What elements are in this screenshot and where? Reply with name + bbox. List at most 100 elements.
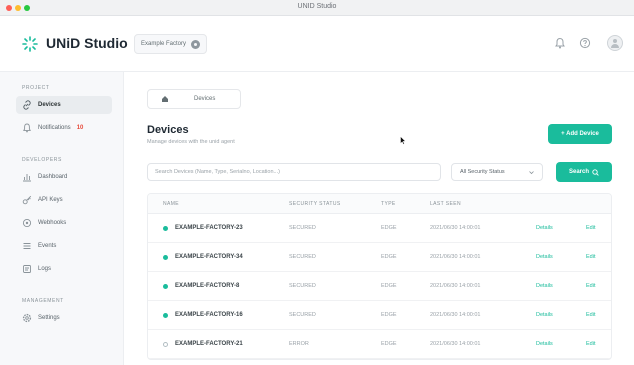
list-icon	[23, 243, 31, 249]
device-name: EXAMPLE-FACTORY-8	[175, 283, 240, 289]
device-name-cell: EXAMPLE-FACTORY-8	[163, 283, 239, 289]
project-name: Example Factory	[141, 41, 187, 47]
breadcrumb-home[interactable]	[156, 90, 174, 108]
edit-link[interactable]: Edit	[586, 312, 595, 318]
window-titlebar: UNID Studio	[0, 0, 634, 16]
details-link[interactable]: Details	[536, 283, 553, 289]
sidebar-item-api-keys[interactable]: API Keys	[16, 191, 112, 209]
security-status-value: All Security Status	[460, 169, 505, 175]
project-selector[interactable]: Example Factory	[134, 34, 208, 54]
bell-icon[interactable]	[554, 37, 566, 49]
column-header-last-seen[interactable]: LAST SEEN	[430, 201, 461, 207]
details-link[interactable]: Details	[536, 225, 553, 231]
online-status-dot	[163, 254, 168, 260]
sidebar-item-webhooks[interactable]: Webhooks	[16, 214, 112, 232]
last-seen-cell: 2021/06/30 14:00:01	[430, 283, 481, 289]
table-row[interactable]: EXAMPLE-FACTORY-8 SECURED EDGE 2021/06/30 1…	[148, 272, 611, 301]
sidebar-section-developers: DEVELOPERS	[22, 157, 62, 163]
chevron-down-icon	[529, 171, 534, 175]
search-button-label: Search	[568, 169, 589, 175]
sidebar-item-label: Settings	[38, 315, 60, 321]
sidebar-section-project: PROJECT	[22, 85, 50, 91]
column-header-security-status[interactable]: SECURITY STATUS	[289, 201, 341, 207]
type-cell: EDGE	[381, 312, 397, 318]
online-status-dot	[163, 225, 168, 231]
user-avatar[interactable]	[607, 35, 623, 51]
sidebar-item-logs[interactable]: Logs	[16, 260, 112, 278]
column-header-type[interactable]: TYPE	[381, 201, 396, 207]
table-header: NAME SECURITY STATUS TYPE LAST SEEN	[148, 194, 611, 214]
device-search-input[interactable]	[147, 163, 441, 181]
sidebar-item-notifications[interactable]: Notifications 10	[16, 119, 112, 137]
online-status-dot	[163, 312, 168, 318]
main-content: Devices Devices Manage devices with the …	[124, 72, 634, 365]
device-name-cell: EXAMPLE-FACTORY-34	[163, 254, 243, 260]
device-name-cell: EXAMPLE-FACTORY-21	[163, 341, 243, 347]
key-icon	[22, 195, 32, 205]
table-row[interactable]: EXAMPLE-FACTORY-34 SECURED EDGE 2021/06/30 …	[148, 243, 611, 272]
home-icon	[162, 96, 168, 102]
device-name: EXAMPLE-FACTORY-34	[175, 254, 243, 260]
bell-icon	[23, 123, 31, 133]
add-device-button[interactable]: + Add Device	[548, 124, 612, 144]
sidebar-item-devices[interactable]: Devices	[16, 96, 112, 114]
sidebar-item-label: Events	[38, 243, 57, 249]
table-body: EXAMPLE-FACTORY-23 SECURED EDGE 2021/06/30 …	[148, 214, 611, 359]
sidebar-item-label: Devices	[38, 102, 61, 108]
details-link[interactable]: Details	[536, 341, 553, 347]
edit-link[interactable]: Edit	[586, 341, 595, 347]
device-name: EXAMPLE-FACTORY-23	[175, 225, 243, 231]
column-header-name[interactable]: NAME	[163, 201, 179, 207]
type-cell: EDGE	[381, 341, 397, 347]
last-seen-cell: 2021/06/30 14:00:01	[430, 312, 481, 318]
sidebar-item-label: API Keys	[38, 197, 63, 203]
type-cell: EDGE	[381, 225, 397, 231]
project-settings-icon[interactable]	[191, 39, 201, 49]
sidebar-section-management: MANAGEMENT	[22, 298, 64, 304]
last-seen-cell: 2021/06/30 14:00:01	[430, 341, 481, 347]
devices-table: NAME SECURITY STATUS TYPE LAST SEEN EXAM…	[147, 193, 612, 360]
online-status-dot	[163, 283, 168, 289]
link-icon	[23, 100, 31, 110]
unid-logo-icon	[22, 36, 38, 52]
device-name-cell: EXAMPLE-FACTORY-23	[163, 225, 243, 231]
breadcrumb-current[interactable]: Devices	[194, 96, 215, 102]
page-title: Devices	[147, 124, 189, 136]
notification-count-badge: 10	[76, 125, 84, 131]
sidebar-item-dashboard[interactable]: Dashboard	[16, 168, 112, 186]
window-title: UNID Studio	[297, 3, 337, 10]
breadcrumb: Devices	[147, 89, 241, 109]
log-icon	[23, 265, 31, 273]
table-row[interactable]: EXAMPLE-FACTORY-16 SECURED EDGE 2021/06/30 …	[148, 301, 611, 330]
sidebar-item-label: Dashboard	[38, 174, 68, 180]
search-button[interactable]: Search	[556, 162, 612, 182]
device-name-cell: EXAMPLE-FACTORY-16	[163, 312, 243, 318]
app-brand: UNiD Studio	[46, 35, 128, 51]
security-status-cell: SECURED	[289, 254, 316, 260]
last-seen-cell: 2021/06/30 14:00:01	[430, 225, 481, 231]
edit-link[interactable]: Edit	[586, 254, 595, 260]
sidebar: PROJECT Devices Notifications 10 DEVELOP…	[0, 72, 124, 365]
edit-link[interactable]: Edit	[586, 283, 595, 289]
sidebar-item-label: Notifications	[38, 125, 71, 131]
app-header: UNiD Studio Example Factory	[0, 16, 634, 72]
details-link[interactable]: Details	[536, 254, 553, 260]
table-row[interactable]: EXAMPLE-FACTORY-23 SECURED EDGE 2021/06/30 …	[148, 214, 611, 243]
sidebar-item-events[interactable]: Events	[16, 237, 112, 255]
security-status-select[interactable]: All Security Status	[451, 163, 543, 181]
help-icon[interactable]	[579, 37, 591, 49]
table-row[interactable]: EXAMPLE-FACTORY-21 ERROR EDGE 2021/06/30 14…	[148, 330, 611, 359]
sidebar-item-settings[interactable]: Settings	[16, 309, 112, 327]
chart-icon	[23, 174, 31, 182]
last-seen-cell: 2021/06/30 14:00:01	[430, 254, 481, 260]
online-status-dot	[163, 341, 168, 347]
gear-icon	[22, 313, 32, 323]
security-status-cell: SECURED	[289, 225, 316, 231]
security-status-cell: SECURED	[289, 312, 316, 318]
security-status-cell: ERROR	[289, 341, 309, 347]
security-status-cell: SECURED	[289, 283, 316, 289]
details-link[interactable]: Details	[536, 312, 553, 318]
device-name: EXAMPLE-FACTORY-16	[175, 312, 243, 318]
search-icon	[592, 168, 599, 176]
edit-link[interactable]: Edit	[586, 225, 595, 231]
